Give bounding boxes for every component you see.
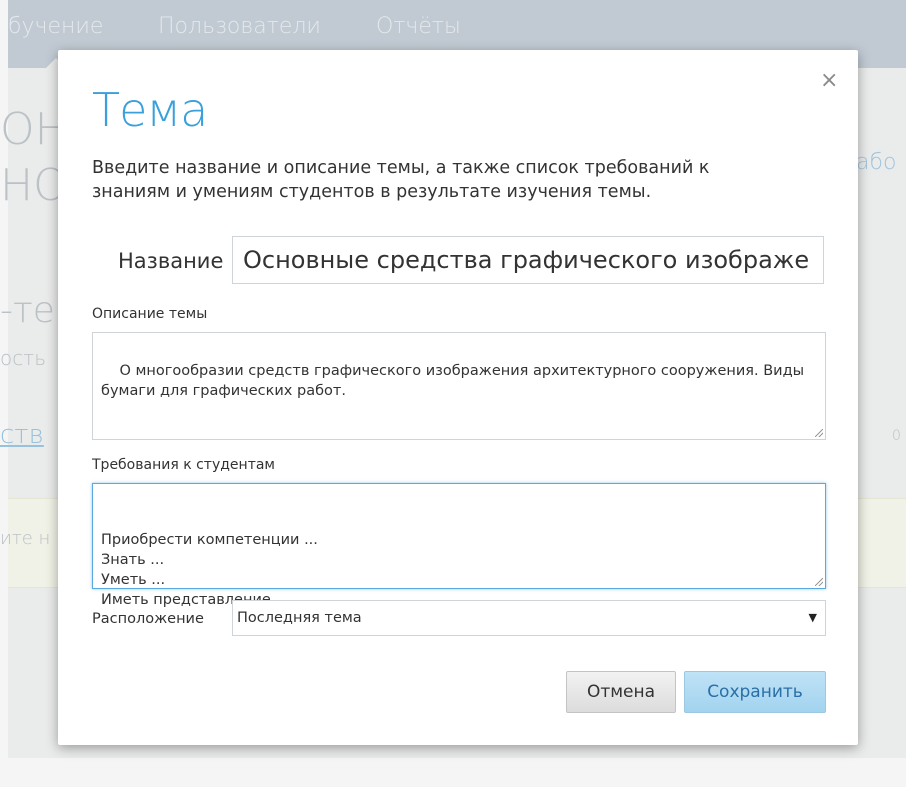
dialog-title: Тема xyxy=(92,83,208,137)
save-button[interactable]: Сохранить xyxy=(684,671,826,713)
requirements-label: Требования к студентам xyxy=(92,457,275,473)
requirements-line: Уметь ... xyxy=(101,572,166,588)
resize-handle-icon[interactable] xyxy=(815,429,823,437)
topic-dialog: × Тема Введите название и описание темы,… xyxy=(58,50,858,745)
resize-handle-icon[interactable] xyxy=(815,578,823,586)
dropdown-arrow-icon: ▼ xyxy=(808,611,817,624)
name-input[interactable]: Основные средства графического изображе xyxy=(232,236,824,284)
location-select[interactable]: Последняя тема ▼ xyxy=(232,600,826,636)
dialog-description: Введите название и описание темы, а такж… xyxy=(92,158,710,202)
location-selected-value: Последняя тема xyxy=(237,610,362,626)
requirements-line: Знать ... xyxy=(101,552,165,568)
description-text: О многообразии средств графического изоб… xyxy=(101,363,809,399)
location-label: Расположение xyxy=(92,611,204,627)
requirements-line: Приобрести компетенции ... xyxy=(101,532,318,548)
close-icon[interactable]: × xyxy=(820,70,838,92)
description-label: Описание темы xyxy=(92,306,208,322)
description-textarea[interactable]: О многообразии средств графического изоб… xyxy=(92,332,826,440)
requirements-textarea[interactable]: Приобрести компетенции ... Знать ... Уметь… xyxy=(92,483,826,608)
cancel-button[interactable]: Отмена xyxy=(566,671,676,713)
name-label: Название xyxy=(118,249,224,273)
